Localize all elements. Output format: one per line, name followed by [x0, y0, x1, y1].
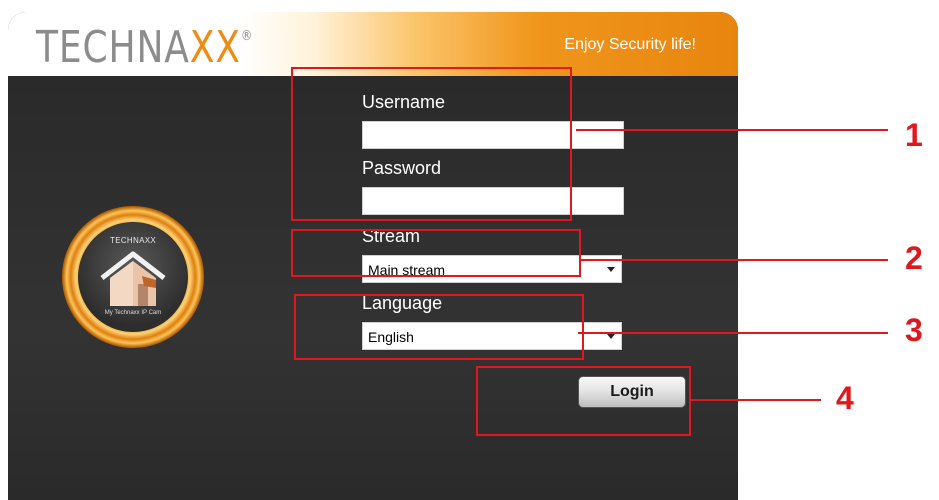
annotation-line-4	[691, 399, 821, 401]
tagline: Enjoy Security life!	[564, 36, 696, 53]
house-icon	[100, 251, 166, 306]
annotation-line-3	[578, 332, 888, 334]
annotation-number-2: 2	[905, 240, 923, 276]
chevron-down-icon	[607, 334, 615, 339]
annotation-box-2	[291, 229, 581, 277]
annotation-number-3: 3	[905, 312, 923, 348]
annotation-box-3	[294, 294, 584, 360]
ip-cam-badge: TECHNAXX My Technaxx IP Cam	[62, 206, 204, 348]
badge-caption: My Technaxx IP Cam	[104, 310, 162, 316]
annotation-line-2	[581, 259, 888, 261]
annotation-box-1	[291, 67, 572, 221]
chevron-down-icon	[607, 267, 615, 272]
annotation-box-4	[476, 366, 691, 436]
badge-face: TECHNAXX My Technaxx IP Cam	[78, 222, 188, 332]
annotation-line-1	[576, 129, 888, 131]
badge-brand: TECHNAXX	[110, 236, 156, 245]
technaxx-logo: TECHNAXX®	[36, 22, 254, 73]
annotation-number-1: 1	[905, 117, 923, 153]
annotation-number-4: 4	[836, 380, 854, 416]
